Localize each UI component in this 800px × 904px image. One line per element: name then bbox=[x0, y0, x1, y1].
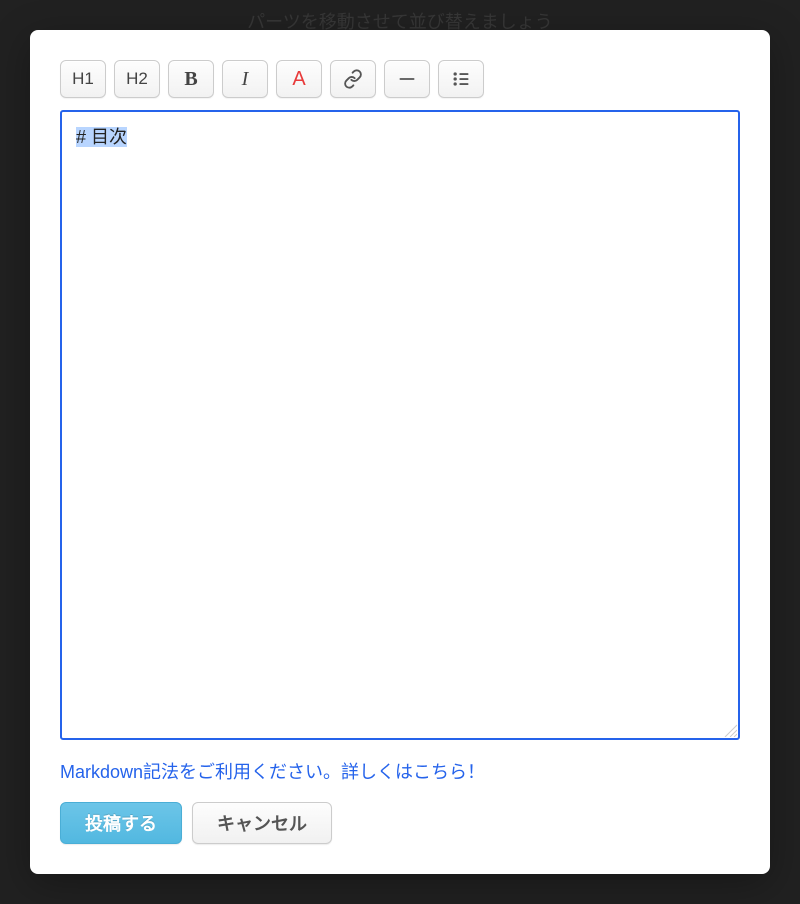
heading1-button[interactable]: H1 bbox=[60, 60, 106, 98]
bold-button[interactable]: B bbox=[168, 60, 214, 98]
italic-button[interactable]: I bbox=[222, 60, 268, 98]
submit-button[interactable]: 投稿する bbox=[60, 802, 182, 844]
editor-wrapper: # 目次 bbox=[60, 110, 740, 740]
text-color-button[interactable]: A bbox=[276, 60, 322, 98]
editor-content: # 目次 bbox=[76, 127, 127, 147]
editor-toolbar: H1 H2 B I A bbox=[60, 60, 740, 98]
cancel-button[interactable]: キャンセル bbox=[192, 802, 332, 844]
horizontal-rule-button[interactable] bbox=[384, 60, 430, 98]
link-button[interactable] bbox=[330, 60, 376, 98]
list-button[interactable] bbox=[438, 60, 484, 98]
list-icon bbox=[451, 69, 471, 89]
markdown-hint-link[interactable]: Markdown記法をご利用ください。詳しくはこちら！ bbox=[60, 758, 740, 784]
link-icon bbox=[343, 69, 363, 89]
editor-modal: H1 H2 B I A # 目次 bbox=[30, 30, 770, 874]
action-buttons: 投稿する キャンセル bbox=[60, 802, 740, 844]
heading2-button[interactable]: H2 bbox=[114, 60, 160, 98]
minus-icon bbox=[397, 69, 417, 89]
markdown-editor[interactable]: # 目次 bbox=[60, 110, 740, 740]
